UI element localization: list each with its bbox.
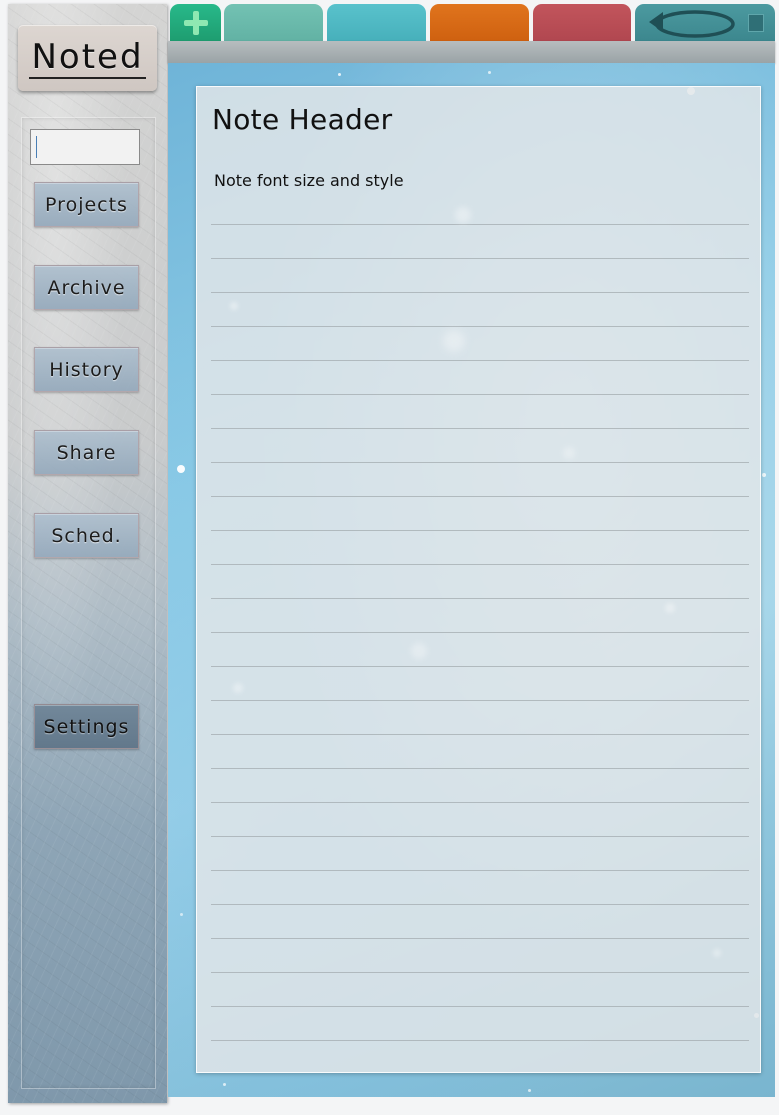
toolbar-strip bbox=[168, 41, 775, 63]
projects-button[interactable]: Projects bbox=[34, 182, 139, 227]
projects-button-label: Projects bbox=[45, 193, 128, 216]
tab-red[interactable] bbox=[533, 4, 631, 41]
archive-button-label: Archive bbox=[47, 276, 126, 299]
background-star bbox=[455, 207, 471, 223]
background-star bbox=[713, 949, 721, 957]
share-button[interactable]: Share bbox=[34, 430, 139, 475]
background-star bbox=[563, 447, 575, 459]
sidebar: Noted Projects Archive History Share Sch… bbox=[8, 4, 167, 1103]
stop-icon bbox=[748, 14, 764, 32]
tab-teal[interactable] bbox=[224, 4, 323, 41]
tab-cyan[interactable] bbox=[327, 4, 426, 41]
ruled-lines bbox=[211, 191, 749, 1055]
history-button[interactable]: History bbox=[34, 347, 139, 392]
share-button-label: Share bbox=[56, 441, 117, 464]
history-button-label: History bbox=[49, 358, 124, 381]
background-star bbox=[180, 913, 183, 916]
note-card[interactable]: Note Header Note font size and style bbox=[196, 86, 761, 1073]
background-star bbox=[762, 473, 766, 477]
app-logo[interactable]: Noted bbox=[18, 25, 157, 91]
background-star bbox=[443, 330, 465, 352]
background-star bbox=[338, 73, 341, 76]
schedule-button-label: Sched. bbox=[51, 524, 122, 547]
app-logo-text: Noted bbox=[29, 37, 146, 79]
plus-icon bbox=[183, 10, 208, 35]
background-star bbox=[223, 1083, 226, 1086]
background-star bbox=[177, 465, 185, 473]
background-star bbox=[488, 71, 491, 74]
undo-tab[interactable] bbox=[635, 4, 775, 41]
tab-orange[interactable] bbox=[430, 4, 529, 41]
archive-button[interactable]: Archive bbox=[34, 265, 139, 310]
background-star bbox=[665, 603, 675, 613]
new-note-tab[interactable] bbox=[170, 4, 221, 41]
sidebar-nav-panel bbox=[21, 117, 156, 1089]
note-body-text[interactable]: Note font size and style bbox=[214, 171, 404, 190]
search-input[interactable] bbox=[30, 129, 140, 165]
note-area: Note Header Note font size and style bbox=[168, 63, 775, 1097]
note-header[interactable]: Note Header bbox=[212, 103, 392, 136]
background-star bbox=[230, 302, 238, 310]
settings-button-label: Settings bbox=[43, 715, 130, 738]
tab-bar bbox=[170, 4, 775, 41]
schedule-button[interactable]: Sched. bbox=[34, 513, 139, 558]
background-star bbox=[233, 683, 243, 693]
app-window: Noted Projects Archive History Share Sch… bbox=[0, 0, 779, 1115]
background-star bbox=[528, 1089, 531, 1092]
settings-button[interactable]: Settings bbox=[34, 704, 139, 749]
background-star bbox=[411, 643, 427, 659]
undo-icon bbox=[649, 10, 735, 38]
text-cursor bbox=[36, 136, 37, 158]
